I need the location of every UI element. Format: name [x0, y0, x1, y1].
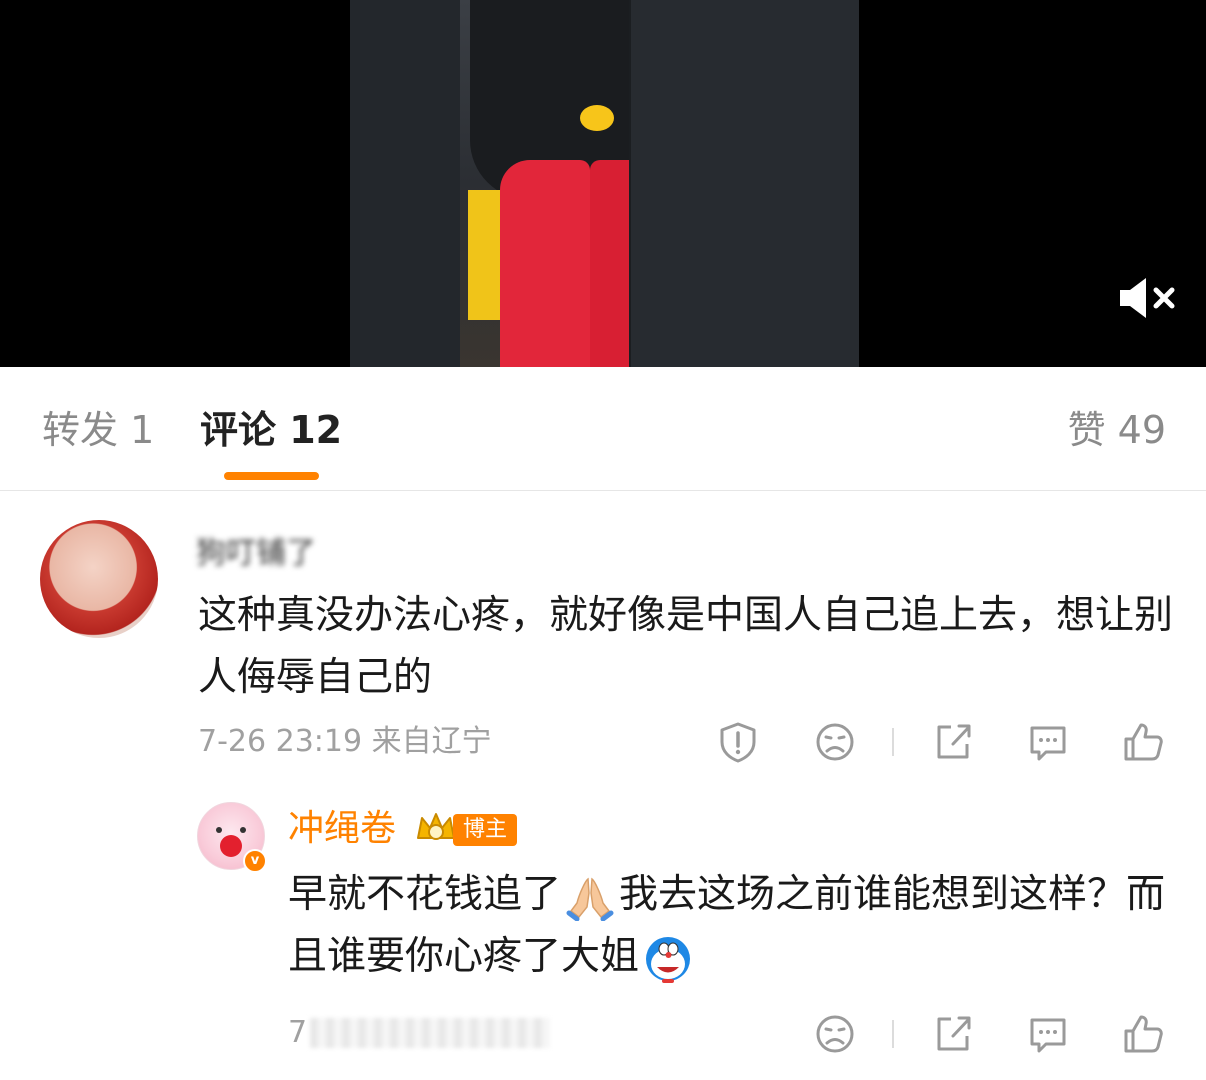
- comment-text: 早就不花钱追了 我去这场之前谁能想到这样？而且谁要你心疼了大姐: [288, 864, 1168, 988]
- active-tab-indicator: [224, 472, 319, 480]
- blogger-badge: 博主: [453, 814, 518, 846]
- report-icon[interactable]: [716, 720, 760, 764]
- tab-like[interactable]: 赞 49: [1068, 407, 1166, 453]
- crown-icon: [417, 813, 455, 840]
- video-frame: [350, 0, 859, 367]
- share-icon[interactable]: [931, 1012, 975, 1056]
- sad-face-icon[interactable]: [813, 1012, 857, 1056]
- divider: [892, 1020, 894, 1048]
- comment-time: 7-26 23:19: [198, 724, 363, 759]
- comment-username[interactable]: 狗叮铺了: [196, 528, 316, 572]
- tab-comment[interactable]: 评论 12: [200, 407, 342, 453]
- comment-icon[interactable]: [1026, 720, 1070, 764]
- comment-location: 来自辽宁: [371, 724, 492, 759]
- tab-repost[interactable]: 转发 1: [42, 407, 154, 453]
- praying-hands-icon: [566, 877, 614, 921]
- comment-text: 这种真没办法心疼，就好像是中国人自己追上去，想让别人侮辱自己的: [198, 593, 1174, 700]
- comment-username[interactable]: 冲绳卷: [288, 806, 396, 852]
- thumbs-up-icon[interactable]: [1121, 720, 1165, 764]
- comment-text-part: 早就不花钱追了: [288, 872, 562, 917]
- comment-icon[interactable]: [1026, 1012, 1070, 1056]
- thumbs-up-icon[interactable]: [1121, 1012, 1165, 1056]
- tab-bar: 转发 1 评论 12 赞 49: [0, 367, 1206, 491]
- comment-meta: 7-26 23:19 来自辽宁: [198, 722, 492, 762]
- verified-badge-icon: v: [243, 849, 267, 873]
- speaker-mute-icon[interactable]: [1116, 276, 1180, 320]
- doraemon-emoji-icon: [646, 936, 691, 983]
- video-player[interactable]: [0, 0, 1206, 367]
- sad-face-icon[interactable]: [813, 720, 857, 764]
- redacted-meta: [310, 1018, 550, 1048]
- share-icon[interactable]: [931, 720, 975, 764]
- divider: [892, 728, 894, 756]
- comment-time: 7: [288, 1015, 308, 1050]
- avatar[interactable]: [40, 520, 158, 638]
